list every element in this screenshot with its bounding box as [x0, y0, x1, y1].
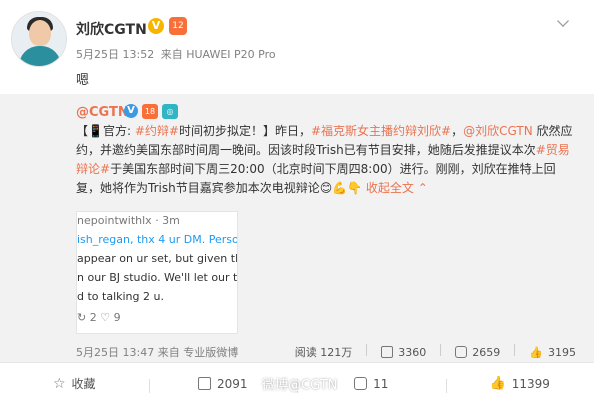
- camera-badge-icon: ◎: [162, 104, 178, 119]
- author-name[interactable]: 刘欣CGTN: [76, 19, 147, 39]
- comment-icon: [354, 377, 368, 390]
- comment-count: 11: [373, 376, 389, 391]
- repost-text-segment: 时间初步拟定！】昨日，: [178, 124, 311, 138]
- thumb-tweet-line: nepointwithlx · 3m: [77, 214, 180, 227]
- post-timestamp[interactable]: 5月25日 13:52: [76, 48, 154, 61]
- likes-count: 3195: [548, 345, 576, 359]
- thumb-tweet-line: d to talking 2 u.: [77, 290, 164, 303]
- repost-text-segment: 😊💪👇: [319, 181, 363, 195]
- thumb-tweet-line: ish_regan, thx 4 ur DM. Persona: [77, 233, 238, 246]
- favorite-label: 收藏: [71, 377, 96, 391]
- reads-count: 阅读 121万: [294, 346, 353, 359]
- repost-author[interactable]: @CGTN: [76, 105, 129, 120]
- repost-text-segment: 于美国东部时间下周三20:00（北京时间下周四8:00）进行。刚刚，刘欣在推特上…: [76, 162, 556, 195]
- repost-icon: [197, 377, 211, 390]
- post-meta: 5月25日 13:52 来自 HUAWEI P20 Pro: [76, 46, 279, 62]
- weibo-post-card: 刘欣CGTN V 12 5月25日 13:52 来自 HUAWEI P20 Pr…: [0, 0, 594, 404]
- hashtag-or-mention-link[interactable]: #约辩#: [135, 124, 179, 138]
- verified-v-icon: V: [124, 104, 138, 118]
- hashtag-or-mention-link[interactable]: #福克斯女主播约辩刘欣#: [311, 124, 451, 138]
- chevron-down-icon[interactable]: [557, 15, 569, 27]
- thumbs-up-icon: 👍: [529, 345, 543, 359]
- thumbs-up-icon: 👍: [489, 376, 506, 391]
- repost-body: 【📱官方: #约辩#时间初步拟定！】昨日，#福克斯女主播约辩刘欣#，@刘欣CGT…: [76, 122, 576, 198]
- quoted-repost[interactable]: @CGTN V 18 ◎ 【📱官方: #约辩#时间初步拟定！】昨日，#福克斯女主…: [0, 94, 594, 362]
- repost-text-segment: 【: [76, 124, 89, 138]
- repost-text-segment: 📱: [88, 124, 103, 138]
- comments-count: 2659: [472, 345, 501, 359]
- repost-reads: 阅读 121万: [295, 344, 353, 360]
- repost-timestamp[interactable]: 5月25日 13:47: [76, 346, 154, 359]
- post-source: 来自 HUAWEI P20 Pro: [160, 48, 276, 61]
- verified-v-icon: V: [148, 18, 164, 34]
- repost-text-segment: 官方:: [102, 124, 135, 138]
- post-text: 嗯: [76, 73, 90, 88]
- hashtag-or-mention-link[interactable]: 收起全文 ⌃: [362, 181, 428, 195]
- member-badge-icon: 18: [142, 104, 158, 119]
- like-count: 11399: [511, 376, 550, 391]
- repost-icon: [381, 346, 394, 358]
- hashtag-or-mention-link[interactable]: @刘欣CGTN: [463, 124, 533, 138]
- repost-reposts[interactable]: 3360: [381, 344, 426, 360]
- repost-stats: 阅读 121万 3360 2659 👍 3195: [281, 344, 576, 360]
- repost-image-thumbnail[interactable]: ↻ 2 ♡ 9 nepointwithlx · 3m ish_regan, thx…: [76, 211, 238, 334]
- watermark: 微博@CGTN: [262, 378, 338, 393]
- thumb-tweet-actions: ↻ 2 ♡ 9: [77, 311, 121, 324]
- thumb-tweet-line: n our BJ studio. We'll let our tea: [77, 271, 238, 284]
- comment-icon: [455, 346, 468, 358]
- repost-source: 来自 专业版微博: [157, 346, 239, 359]
- favorite-button[interactable]: ☆ 收藏: [0, 375, 149, 392]
- repost-count: 2091: [216, 376, 248, 391]
- avatar[interactable]: [11, 11, 67, 67]
- like-button[interactable]: 👍 11399: [445, 376, 594, 393]
- thumb-tweet-line: appear on ur set, but given the: [77, 252, 238, 265]
- repost-comments[interactable]: 2659: [455, 344, 500, 360]
- repost-likes[interactable]: 👍 3195: [529, 344, 576, 360]
- reposts-count: 3360: [398, 345, 427, 359]
- repost-text-segment: ，: [451, 124, 464, 138]
- repost-meta: 5月25日 13:47 来自 专业版微博: [76, 344, 238, 360]
- member-level-icon: 12: [169, 17, 187, 35]
- star-icon: ☆: [52, 375, 66, 392]
